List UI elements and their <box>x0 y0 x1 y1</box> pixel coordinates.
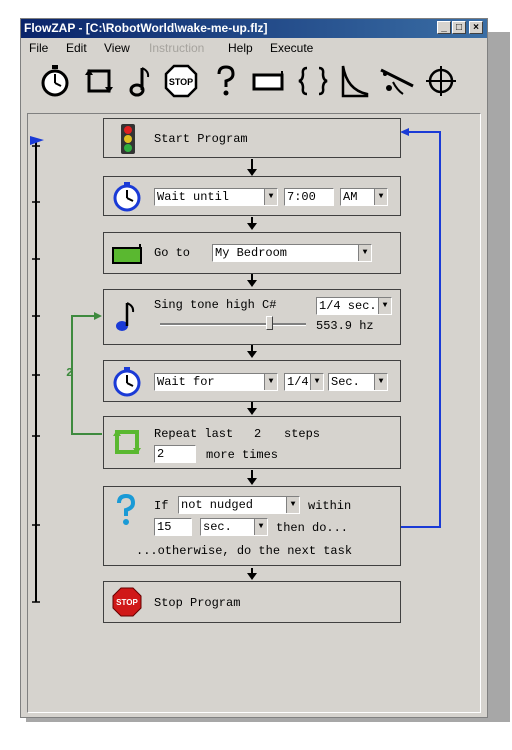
sing-tone-label: Sing tone high C# <box>154 298 277 312</box>
chevron-down-icon: ▼ <box>378 298 391 314</box>
app-window: FlowZAP - [C:\RobotWorld\wake-me-up.flz]… <box>20 18 488 718</box>
title-bar: FlowZAP - [C:\RobotWorld\wake-me-up.flz]… <box>21 19 487 38</box>
step-go-to[interactable]: Go to My Bedroom ▼ <box>103 232 401 274</box>
menu-help[interactable]: Help <box>228 41 253 55</box>
chevron-down-icon: ▼ <box>254 519 267 535</box>
pitch-slider-track[interactable] <box>160 323 306 326</box>
wait-amount-select[interactable]: 1/4 ▼ <box>284 373 324 391</box>
time-field[interactable]: 7:00 <box>284 188 334 206</box>
sensor-icon[interactable] <box>377 59 417 103</box>
seconds-field[interactable]: 15 <box>154 518 192 536</box>
robot-block-icon <box>112 244 142 264</box>
stop-sign-icon: STOP <box>112 587 142 617</box>
chevron-down-icon: ▼ <box>374 374 387 390</box>
svg-text:STOP: STOP <box>169 77 193 87</box>
stopwatch-icon[interactable] <box>35 59 75 103</box>
minimize-button[interactable]: _ <box>437 21 451 34</box>
steps-label: steps <box>284 427 321 441</box>
wait-unit-select[interactable]: Sec. ▼ <box>328 373 388 391</box>
more-times-label: more times <box>206 448 279 462</box>
question-mark-icon[interactable] <box>206 59 246 103</box>
seconds-unit-value: sec. <box>203 520 232 534</box>
step-repeat[interactable]: Repeat last 2 steps 2 more times <box>103 416 401 469</box>
chevron-down-icon: ▼ <box>264 189 277 205</box>
chevron-down-icon: ▼ <box>358 245 371 261</box>
maximize-button[interactable]: □ <box>452 21 466 34</box>
braces-icon[interactable] <box>293 59 333 103</box>
step-if-condition[interactable]: If not nudged ▼ within 15 sec. ▼ then do..… <box>103 486 401 566</box>
seconds-unit-select[interactable]: sec. ▼ <box>200 518 268 536</box>
question-mark-icon <box>117 493 136 525</box>
stop-sign-text: STOP <box>116 598 138 607</box>
svg-text:+: + <box>438 77 444 88</box>
traffic-light-icon <box>121 124 135 154</box>
chevron-down-icon: ▼ <box>310 374 323 390</box>
wait-mode-value: Wait until <box>157 190 230 204</box>
if-label: If <box>154 499 169 513</box>
wait-amount-value: 1/4 <box>287 375 309 389</box>
stop-sign-icon[interactable]: STOP <box>161 59 201 103</box>
condition-value: not nudged <box>181 498 254 512</box>
program-canvas: 2 Start Program Wait until ▼ 7:00 AM ▼ G… <box>27 113 481 713</box>
repeat-times-value: 2 <box>157 447 165 461</box>
repeat-step-count: 2 <box>254 427 262 441</box>
step-wait-until[interactable]: Wait until ▼ 7:00 AM ▼ <box>103 176 401 216</box>
step-start-program[interactable]: Start Program <box>103 118 401 158</box>
window-title: FlowZAP - [C:\RobotWorld\wake-me-up.flz] <box>24 21 268 35</box>
ampm-value: AM <box>343 190 358 204</box>
menu-execute[interactable]: Execute <box>270 41 313 55</box>
otherwise-label: ...otherwise, do the next task <box>136 544 353 558</box>
destination-select[interactable]: My Bedroom ▼ <box>212 244 372 262</box>
repeat-icon[interactable] <box>79 59 119 103</box>
wait-mode-select[interactable]: Wait until ▼ <box>154 188 278 206</box>
destination-value: My Bedroom <box>215 246 288 260</box>
step-wait-for[interactable]: Wait for ▼ 1/4 ▼ Sec. ▼ <box>103 360 401 402</box>
repeat-icon <box>113 430 141 454</box>
music-note-icon <box>116 302 135 331</box>
then-do-label: then do... <box>276 521 349 535</box>
step-stop-program[interactable]: STOP Stop Program <box>103 581 401 623</box>
menu-view[interactable]: View <box>104 41 130 55</box>
toolbar: STOP + <box>29 59 479 107</box>
close-button[interactable]: × <box>469 21 483 34</box>
chevron-down-icon: ▼ <box>264 374 277 390</box>
time-value: 7:00 <box>287 190 316 204</box>
menu-file[interactable]: File <box>29 41 48 55</box>
menu-instruction: Instruction <box>149 41 205 55</box>
pitch-slider-thumb[interactable] <box>265 316 273 330</box>
alarm-clock-icon <box>113 182 141 212</box>
menu-edit[interactable]: Edit <box>66 41 87 55</box>
seconds-value: 15 <box>157 520 172 534</box>
menu-bar: File Edit View Instruction Help Execute <box>21 39 487 57</box>
tone-duration-value: 1/4 sec. <box>319 299 377 313</box>
crosshair-icon[interactable]: + <box>421 59 461 103</box>
tone-duration-select[interactable]: 1/4 sec. ▼ <box>316 297 392 315</box>
step-sing-tone[interactable]: Sing tone high C# 1/4 sec. ▼ 553.9 hz <box>103 289 401 345</box>
wait-for-value: Wait for <box>157 375 215 389</box>
ampm-select[interactable]: AM ▼ <box>340 188 388 206</box>
repeat-last-label: Repeat last <box>154 427 234 441</box>
stop-program-label: Stop Program <box>154 596 241 610</box>
loop-count-label: 2 <box>66 366 74 380</box>
wait-for-select[interactable]: Wait for ▼ <box>154 373 278 391</box>
rectangle-icon[interactable] <box>249 59 289 103</box>
go-to-label: Go to <box>154 246 191 260</box>
condition-select[interactable]: not nudged ▼ <box>178 496 300 514</box>
chevron-down-icon: ▼ <box>374 189 387 205</box>
ramp-icon[interactable] <box>335 59 375 103</box>
music-note-icon[interactable] <box>121 59 161 103</box>
wait-unit-value: Sec. <box>331 375 360 389</box>
chevron-down-icon: ▼ <box>286 497 299 513</box>
repeat-times-field[interactable]: 2 <box>154 445 196 463</box>
within-label: within <box>308 499 352 513</box>
alarm-clock-icon <box>113 367 141 397</box>
start-program-label: Start Program <box>154 132 248 146</box>
frequency-label: 553.9 hz <box>316 319 374 333</box>
